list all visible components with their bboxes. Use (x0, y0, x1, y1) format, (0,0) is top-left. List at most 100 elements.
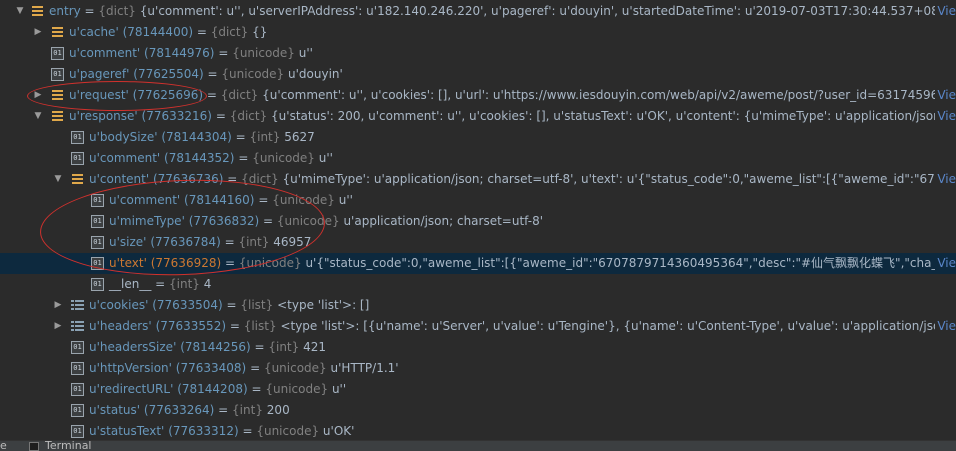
var-name: u'comment' (69, 46, 141, 60)
var-name: u'status' (89, 403, 141, 417)
var-value: u'application/json; charset=utf-8' (343, 214, 543, 228)
dict-icon (31, 5, 44, 18)
var-id: (78144400) (122, 25, 194, 39)
var-type: {list} (243, 319, 277, 333)
tree-row-headerssize[interactable]: 01 u'headersSize' (78144256) = {int} 421 (0, 337, 956, 358)
view-link[interactable]: Vie (935, 253, 956, 274)
tree-row-status[interactable]: 01 u'status' (77633264) = {int} 200 (0, 400, 956, 421)
var-type: {unicode} (238, 256, 302, 270)
var-value: {u'comment': u'', u'cookies': [], u'url'… (262, 88, 956, 102)
var-value: 421 (303, 340, 326, 354)
var-id: (77636784) (150, 235, 221, 249)
var-value: u'' (331, 382, 347, 396)
tree-row-cookies[interactable]: ▶ u'cookies' (77633504) = {list} <type '… (0, 295, 956, 316)
var-type: {dict} (241, 172, 279, 186)
tree-row-headers[interactable]: ▶ u'headers' (77633552) = {list} <type '… (0, 316, 956, 337)
primitive-icon: 01 (51, 68, 64, 81)
expand-arrow-icon[interactable]: ▶ (52, 316, 64, 337)
var-name: u'text' (109, 256, 147, 270)
expand-arrow-icon[interactable]: ▶ (52, 295, 64, 316)
var-name: u'httpVersion' (89, 361, 172, 375)
tree-row-comment[interactable]: 01 u'comment' (78144352) = {unicode} u'' (0, 148, 956, 169)
tree-row-content[interactable]: ▼ u'content' (77636736) = {dict} {u'mime… (0, 169, 956, 190)
var-type: {list} (240, 298, 274, 312)
var-id: (77636928) (150, 256, 222, 270)
var-type: {int} (238, 235, 270, 249)
var-name: u'headers' (89, 319, 152, 333)
var-value: <type 'list'>: [{u'name': u'Server', u'v… (280, 319, 956, 333)
var-id: (77633216) (141, 109, 212, 123)
var-name: u'pageref' (69, 67, 130, 81)
tree-row-comment[interactable]: 01 u'comment' (78144976) = {unicode} u'' (0, 43, 956, 64)
var-name: u'cookies' (89, 298, 149, 312)
tree-row-len[interactable]: 01 __len__ = {int} 4 (0, 274, 956, 295)
view-link[interactable]: Vie (935, 85, 956, 106)
tree-row-request[interactable]: ▶ u'request' (77625696) = {dict} {u'comm… (0, 85, 956, 106)
view-link[interactable]: Vie (935, 106, 956, 127)
var-name: u'request' (69, 88, 129, 102)
tree-row-httpversion[interactable]: 01 u'httpVersion' (77633408) = {unicode}… (0, 358, 956, 379)
collapse-arrow-icon[interactable]: ▼ (14, 1, 26, 22)
var-id: (77633312) (168, 424, 239, 438)
var-name: u'headersSize' (89, 340, 177, 354)
var-value: {} (252, 25, 268, 39)
tree-row-cache[interactable]: ▶ u'cache' (78144400) = {dict} {} (0, 22, 956, 43)
dict-icon (51, 89, 64, 102)
primitive-icon: 01 (91, 194, 104, 207)
var-id: (78144976) (144, 46, 215, 60)
var-id: (77625504) (133, 67, 204, 81)
tree-row-statustext[interactable]: 01 u'statusText' (77633312) = {unicode} … (0, 421, 956, 440)
var-type: {unicode} (265, 382, 329, 396)
tree-row-entry[interactable]: ▼ entry = {dict} {u'comment': u'', u'ser… (0, 1, 956, 22)
tree-row-response[interactable]: ▼ u'response' (77633216) = {dict} {u'sta… (0, 106, 956, 127)
primitive-icon: 01 (91, 278, 104, 291)
tree-row-bodysize[interactable]: 01 u'bodySize' (78144304) = {int} 5627 (0, 127, 956, 148)
primitive-icon: 01 (71, 341, 84, 354)
var-type: {unicode} (263, 361, 327, 375)
tree-row-size[interactable]: 01 u'size' (77636784) = {int} 46957 (0, 232, 956, 253)
primitive-icon: 01 (71, 152, 84, 165)
expand-arrow-icon[interactable]: ▶ (32, 85, 44, 106)
var-type: {dict} (220, 88, 259, 102)
primitive-icon: 01 (51, 47, 64, 60)
collapse-arrow-icon[interactable]: ▼ (32, 106, 44, 127)
var-type: {dict} (98, 4, 136, 18)
expand-arrow-icon[interactable]: ▶ (32, 22, 44, 43)
var-value: u'' (318, 151, 333, 165)
var-type: {int} (169, 277, 200, 291)
collapse-arrow-icon[interactable]: ▼ (52, 169, 64, 190)
var-value: 4 (203, 277, 212, 291)
var-name: entry (49, 4, 81, 18)
var-value: 5627 (284, 130, 315, 144)
var-type: {unicode} (221, 67, 285, 81)
primitive-icon: 01 (71, 383, 84, 396)
tree-row-mimetype[interactable]: 01 u'mimeType' (77636832) = {unicode} u'… (0, 211, 956, 232)
list-icon (71, 320, 84, 333)
view-link[interactable]: Vie (935, 169, 956, 190)
primitive-icon: 01 (71, 404, 84, 417)
var-id: (78144304) (161, 130, 232, 144)
var-name: u'size' (109, 235, 147, 249)
tree-row-content-comment[interactable]: 01 u'comment' (78144160) = {unicode} u'' (0, 190, 956, 211)
view-link[interactable]: Vie (935, 1, 956, 22)
view-link[interactable]: Vie (935, 316, 956, 337)
tab-label-left[interactable]: e (0, 441, 7, 451)
var-id: (77633408) (175, 361, 247, 375)
var-type: {unicode} (232, 46, 295, 60)
var-type: {int} (232, 403, 263, 417)
var-name: __len__ (109, 277, 152, 291)
var-id: (78144256) (180, 340, 251, 354)
var-value: {u'comment': u'', u'serverIPAddress': u'… (139, 4, 956, 18)
tab-terminal[interactable]: Terminal (45, 441, 92, 451)
primitive-icon: 01 (71, 362, 84, 375)
dict-icon (51, 26, 64, 39)
tree-row-pageref[interactable]: 01 u'pageref' (77625504) = {unicode} u'd… (0, 64, 956, 85)
var-value: {u'status': 200, u'comment': u'', u'cook… (271, 109, 956, 123)
primitive-icon: 01 (91, 236, 104, 249)
var-id: (78144352) (164, 151, 235, 165)
tree-row-text-selected[interactable]: 01 u'text' (77636928) = {unicode} u'{"st… (0, 253, 956, 274)
var-name: u'redirectURL' (89, 382, 174, 396)
var-value: {u'mimeType': u'application/json; charse… (282, 172, 956, 186)
var-value: 200 (266, 403, 290, 417)
tree-row-redirecturl[interactable]: 01 u'redirectURL' (78144208) = {unicode}… (0, 379, 956, 400)
